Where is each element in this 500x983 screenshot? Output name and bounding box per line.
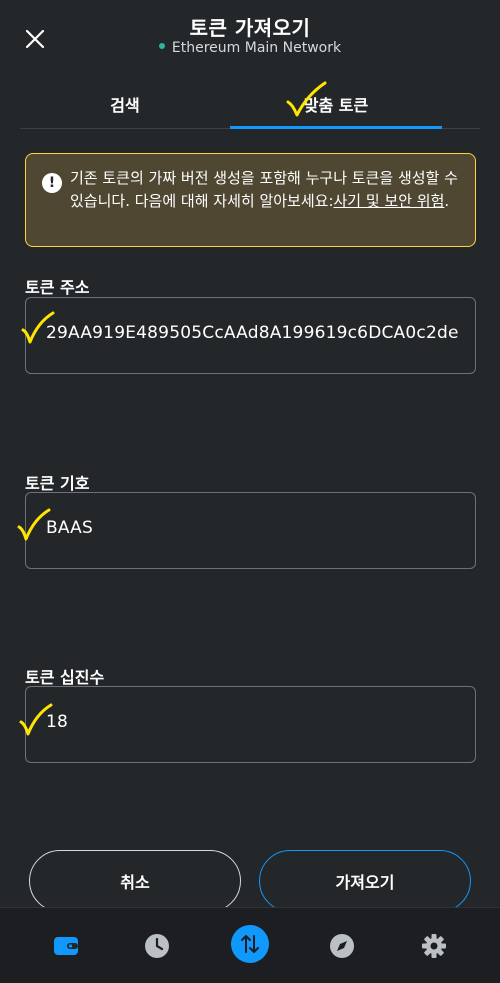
nav-swap[interactable] [231,925,269,963]
scam-risk-link[interactable]: 사기 및 보안 위험 [334,192,445,210]
token-symbol-label: 토큰 기호 [25,474,90,493]
warning-banner: ! 기존 토큰의 가짜 버전 생성을 포함해 누구나 토큰을 생성할 수 있습니… [25,153,476,247]
bottom-nav [0,907,500,983]
warning-text: 기존 토큰의 가짜 버전 생성을 포함해 누구나 토큰을 생성할 수 있습니다.… [70,167,470,213]
checkmark-icon [17,508,51,541]
checkmark-icon [19,703,53,736]
network-status-dot [158,43,165,49]
explore-icon [330,934,354,958]
swap-icon [241,935,259,953]
token-decimals-field[interactable]: 18 [25,686,476,763]
token-address-label: 토큰 주소 [25,278,90,297]
tab-bar: 검색 맞춤 토큰 [0,80,500,130]
token-decimals-label: 토큰 십진수 [25,668,105,687]
nav-explore[interactable] [324,928,360,964]
checkmark-icon [286,81,327,117]
cancel-button[interactable]: 취소 [29,850,241,912]
header: 토큰 가져오기 Ethereum Main Network [0,0,500,80]
page-title: 토큰 가져오기 [189,16,311,40]
history-icon [145,934,169,958]
network-indicator: Ethereum Main Network [0,40,500,56]
nav-settings[interactable] [416,928,452,964]
exclamation-icon: ! [42,173,62,193]
warning-suffix: . [444,192,450,210]
settings-icon [422,934,446,958]
token-symbol-field[interactable]: BAAS [25,492,476,569]
checkmark-icon [21,311,55,344]
tab-search[interactable]: 검색 [20,80,230,128]
token-symbol-value: BAAS [46,518,93,538]
network-name: Ethereum Main Network [171,40,342,56]
token-address-value: 29AA919E489505CcAAd8A199619c6DCA0c2de [46,323,459,343]
import-button[interactable]: 가져오기 [259,850,471,912]
tab-custom-token[interactable]: 맞춤 토큰 [230,80,442,128]
nav-activity[interactable] [139,928,175,964]
nav-wallet[interactable] [48,928,84,964]
token-address-field[interactable]: 29AA919E489505CcAAd8A199619c6DCA0c2de [25,297,476,374]
tab-active-indicator [230,126,442,129]
wallet-icon [54,937,78,955]
